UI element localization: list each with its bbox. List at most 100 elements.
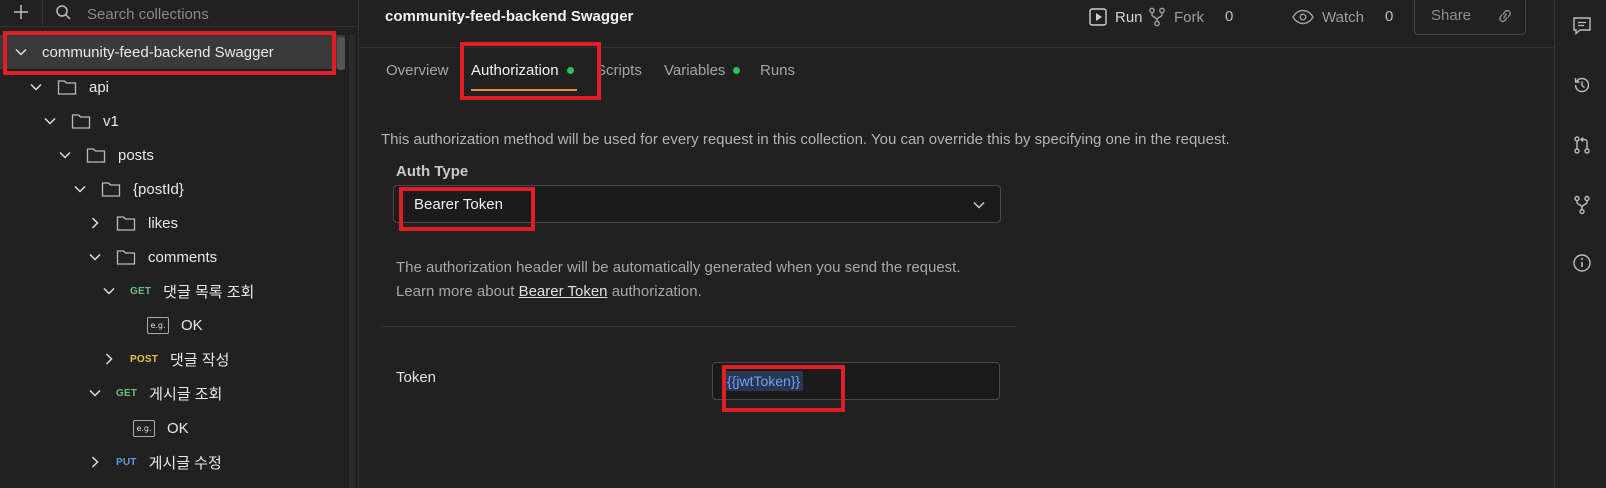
fork-icon [1149, 7, 1165, 27]
search-icon [56, 5, 71, 20]
chevron-down-icon[interactable] [73, 182, 87, 196]
auth-info-text: The authorization header will be automat… [396, 259, 961, 276]
info-icon[interactable] [1572, 253, 1592, 273]
tab-label: Variables [664, 62, 726, 79]
share-button[interactable]: Share [1414, 0, 1526, 35]
chevron-down-icon [973, 201, 985, 209]
tree-item-folder[interactable]: posts [0, 138, 345, 172]
tree-item-folder[interactable]: api [0, 70, 345, 104]
tree-item-request[interactable]: PUT 게시글 수정 [0, 445, 345, 479]
folder-icon [116, 250, 136, 265]
learn-more-suffix: authorization. [607, 283, 702, 300]
folder-icon [101, 182, 121, 197]
folder-icon [86, 148, 106, 163]
share-label: Share [1431, 7, 1472, 24]
tree-item-label: OK [181, 316, 203, 334]
search-box[interactable] [42, 0, 359, 26]
plus-icon [14, 5, 28, 19]
chevron-right-icon[interactable] [88, 216, 102, 230]
tree-item-request[interactable]: POST 댓글 작성 [0, 342, 345, 376]
run-label: Run [1115, 8, 1143, 26]
tree-item-label: 댓글 목록 조회 [163, 283, 255, 301]
tab-runs[interactable]: Runs [760, 62, 795, 79]
tree-item-label: {postId} [133, 180, 184, 198]
auth-type-select[interactable]: Bearer Token [393, 185, 1001, 223]
section-divider [381, 326, 1016, 327]
status-dot [733, 67, 741, 74]
comment-icon[interactable] [1572, 16, 1592, 36]
link-icon[interactable] [1495, 7, 1515, 25]
tab-variables[interactable]: Variables [664, 62, 741, 79]
header-divider [359, 47, 1554, 48]
new-collection-button[interactable] [10, 0, 32, 24]
chevron-down-icon[interactable] [58, 148, 72, 162]
chevron-down-icon[interactable] [88, 386, 102, 400]
tree-item-label: v1 [103, 112, 119, 130]
tree-item-example[interactable]: e.g. OK [0, 411, 345, 445]
tree-item-label: 게시글 조회 [149, 385, 223, 403]
sidebar-scrollbar[interactable] [349, 35, 355, 488]
chevron-down-icon[interactable] [14, 45, 28, 59]
pull-request-icon[interactable] [1572, 135, 1592, 155]
bearer-token-link[interactable]: Bearer Token [519, 283, 608, 300]
tab-overview[interactable]: Overview [386, 62, 449, 79]
tree-item-collection[interactable]: community-feed-backend Swagger [0, 35, 345, 69]
active-tab-indicator [471, 89, 577, 91]
right-rail [1554, 0, 1606, 488]
tree-item-label: 게시글 수정 [148, 454, 222, 472]
fork-button[interactable]: Fork [1148, 6, 1204, 28]
tab-authorization[interactable]: Authorization [471, 62, 574, 79]
play-icon [1089, 8, 1107, 26]
auth-type-label: Auth Type [396, 163, 469, 180]
auth-learn-more: Learn more about Bearer Token authorizat… [396, 283, 702, 300]
tab-label: Overview [386, 62, 449, 79]
chevron-down-icon[interactable] [102, 284, 116, 298]
chevron-down-icon[interactable] [29, 80, 43, 94]
chevron-down-icon[interactable] [43, 114, 57, 128]
status-dot [566, 67, 574, 74]
fork-label: Fork [1174, 8, 1204, 26]
token-label: Token [396, 369, 437, 386]
sidebar: community-feed-backend Swagger api v1 po… [0, 0, 359, 488]
tab-scripts[interactable]: Scripts [596, 62, 642, 79]
auth-type-value: Bearer Token [414, 196, 503, 213]
tree-item-request[interactable]: GET 댓글 목록 조회 [0, 274, 345, 308]
auth-description: This authorization method will be used f… [381, 131, 1230, 148]
sidebar-toolbar [0, 0, 358, 27]
tree-item-label: community-feed-backend Swagger [42, 43, 274, 61]
tree-item-example[interactable]: e.g. OK [0, 308, 345, 342]
method-badge-post: POST [130, 353, 159, 365]
token-input[interactable]: {{jwtToken}} [712, 362, 1000, 400]
method-badge-get: GET [130, 285, 152, 297]
tree-item-label: api [89, 78, 110, 96]
tree-item-folder[interactable]: comments [0, 240, 345, 274]
main-panel: community-feed-backend Swagger Run Fork … [359, 0, 1554, 488]
tree-item-label: posts [118, 146, 154, 164]
fork-count: 0 [1225, 8, 1234, 25]
folder-icon [57, 80, 77, 95]
chevron-right-icon[interactable] [88, 455, 102, 469]
run-button[interactable]: Run [1089, 6, 1143, 28]
method-badge-put: PUT [116, 456, 137, 468]
method-badge-get: GET [116, 387, 138, 399]
tree-item-label: likes [148, 214, 179, 232]
learn-more-prefix: Learn more about [396, 283, 519, 300]
folder-icon [71, 114, 91, 129]
tree-item-label: OK [167, 419, 189, 437]
tree-item-label: comments [148, 248, 218, 266]
fork-icon[interactable] [1572, 195, 1592, 215]
tree-item-folder[interactable]: likes [0, 206, 345, 240]
variable-chip[interactable]: {{jwtToken}} [724, 371, 804, 391]
watch-label: Watch [1322, 8, 1364, 26]
sidebar-scroll-thumb[interactable] [337, 37, 345, 70]
chevron-down-icon[interactable] [88, 250, 102, 264]
watch-button[interactable]: Watch [1292, 6, 1364, 28]
history-icon[interactable] [1572, 75, 1592, 95]
chevron-right-icon[interactable] [102, 352, 116, 366]
search-input[interactable] [85, 2, 349, 26]
tree-item-folder[interactable]: {postId} [0, 172, 345, 206]
tree-item-folder[interactable]: v1 [0, 104, 345, 138]
page-title: community-feed-backend Swagger [385, 8, 634, 25]
example-icon: e.g. [147, 316, 169, 334]
tree-item-request[interactable]: GET 게시글 조회 [0, 376, 345, 410]
